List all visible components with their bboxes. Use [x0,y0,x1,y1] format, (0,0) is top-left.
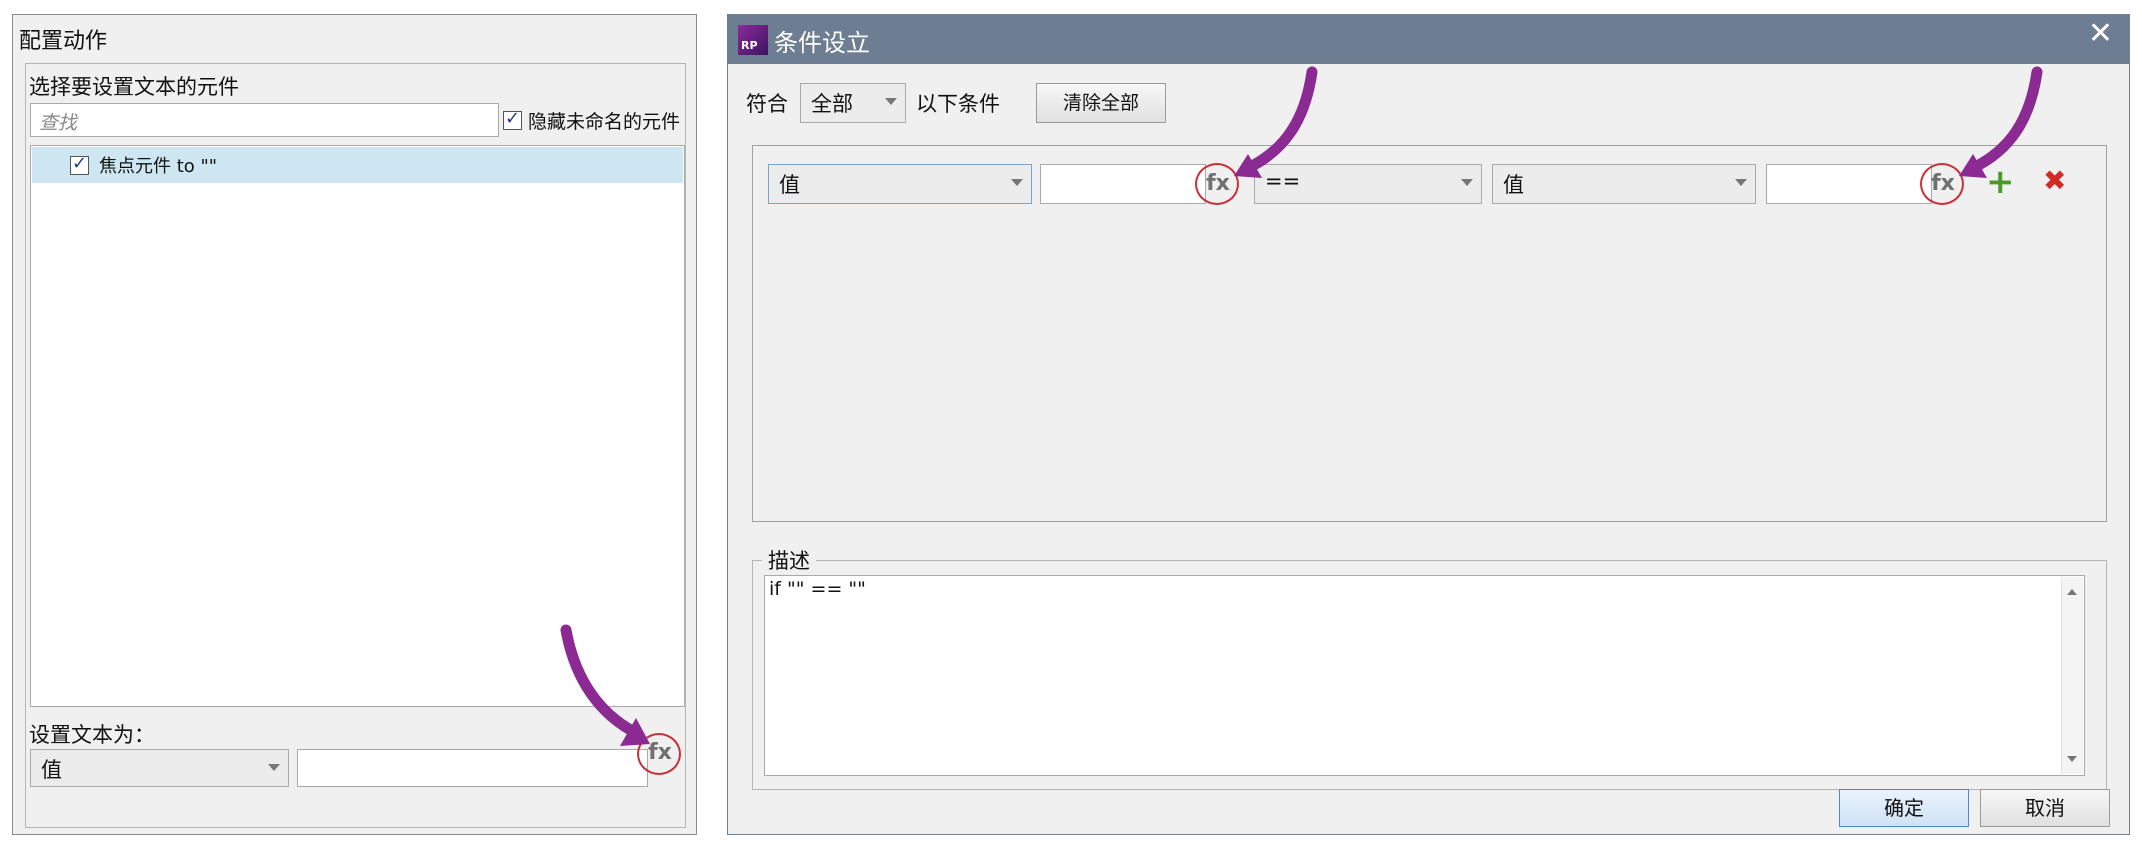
description-label: 描述 [762,545,816,575]
hide-unnamed-label: 隐藏未命名的元件 [528,111,681,133]
search-input[interactable]: 查找 [30,103,499,137]
scroll-down-icon[interactable] [2067,756,2077,762]
hide-unnamed-checkbox[interactable]: ✓ 隐藏未命名的元件 [503,107,680,134]
left-type-value: 值 [779,173,800,197]
condition-dialog: RP 条件设立 ✕ 符合 全部 以下条件 清除全部 值 fx == 值 fx +… [727,14,2130,835]
chevron-down-icon [885,98,897,105]
scroll-up-icon[interactable] [2067,589,2077,595]
scrollbar[interactable] [2061,577,2083,774]
left-type-dropdown[interactable]: 值 [768,164,1032,204]
left-value-input[interactable] [1040,164,1206,204]
text-value-input[interactable] [297,749,648,787]
close-icon[interactable]: ✕ [2088,19,2113,49]
value-type-dropdown[interactable]: 值 [30,749,289,787]
right-value-input[interactable] [1766,164,1932,204]
select-widget-label: 选择要设置文本的元件 [29,75,239,99]
delete-condition-icon[interactable]: ✖ [2043,167,2066,195]
chevron-down-icon [1735,179,1747,186]
highlight-ring [1195,163,1239,205]
value-type-text: 值 [41,758,62,782]
description-textarea[interactable]: if "" == "" [764,575,2085,776]
match-mode-value: 全部 [811,92,853,116]
operator-dropdown[interactable]: == [1254,164,1482,204]
clear-all-button[interactable]: 清除全部 [1036,83,1166,123]
operator-value: == [1265,169,1301,193]
list-item[interactable]: ✓ 焦点元件 to "" [32,147,683,183]
chevron-down-icon [268,764,280,771]
panel-title: 配置动作 [19,29,108,54]
match-suffix-label: 以下条件 [916,92,1000,116]
match-label: 符合 [746,92,788,116]
chevron-down-icon [1461,179,1473,186]
set-text-label: 设置文本为： [29,723,155,747]
checkbox-icon[interactable]: ✓ [503,108,522,130]
checkbox-icon[interactable]: ✓ [70,153,89,175]
widget-list[interactable]: ✓ 焦点元件 to "" [30,145,685,707]
add-condition-icon[interactable]: + [1986,165,2015,199]
app-logo-icon: RP [738,25,768,55]
right-type-value: 值 [1503,173,1524,197]
highlight-ring [1920,163,1964,205]
chevron-down-icon [1011,179,1023,186]
dialog-title: 条件设立 [774,29,870,57]
description-text: if "" == "" [769,578,866,600]
match-mode-dropdown[interactable]: 全部 [800,83,906,123]
cancel-button[interactable]: 取消 [1980,789,2110,827]
configure-action-panel: 配置动作 选择要设置文本的元件 查找 ✓ 隐藏未命名的元件 ✓ 焦点元件 to … [12,14,697,835]
right-type-dropdown[interactable]: 值 [1492,164,1756,204]
list-item-label: 焦点元件 to "" [99,156,218,177]
highlight-ring [637,733,681,775]
ok-button[interactable]: 确定 [1839,789,1969,827]
dialog-titlebar: RP 条件设立 ✕ [728,15,2129,64]
